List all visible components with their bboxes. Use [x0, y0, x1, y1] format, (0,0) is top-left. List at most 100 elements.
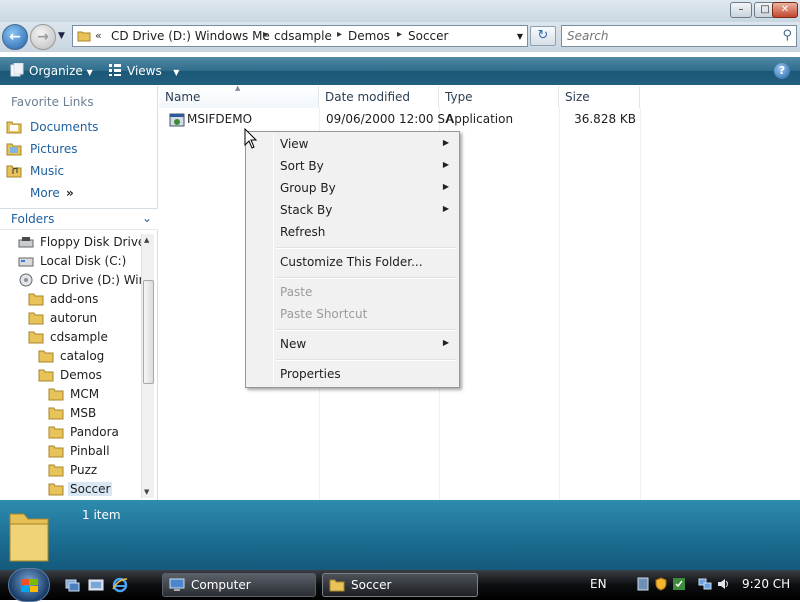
close-button[interactable]: ✕ — [772, 2, 798, 18]
favorite-pictures[interactable]: Pictures — [6, 140, 156, 160]
taskbar-button-soccer[interactable]: Soccer — [322, 573, 478, 597]
address-bar[interactable]: « CD Drive (D:) Windows Me ▸ cdsample ▸ … — [72, 25, 528, 47]
menu-item-label: Group By — [280, 181, 336, 195]
menu-item-label: Properties — [280, 367, 341, 381]
breadcrumb-cd-drive[interactable]: CD Drive (D:) Windows Me — [111, 29, 270, 43]
menu-item-label: Stack By — [280, 203, 333, 217]
minimize-button[interactable]: – — [730, 2, 752, 18]
menu-item-label: Paste Shortcut — [280, 307, 368, 321]
views-button[interactable]: Views ▼ — [108, 63, 179, 78]
breadcrumb-demos[interactable]: Demos — [348, 29, 390, 43]
search-input[interactable] — [562, 26, 762, 46]
menu-item-paste-shortcut[interactable]: Paste Shortcut — [248, 303, 457, 325]
sidebar-icon[interactable] — [636, 577, 650, 591]
file-date: 09/06/2000 12:00 SA — [326, 112, 454, 126]
search-icon[interactable]: ⚲ — [782, 28, 792, 43]
back-button[interactable]: ← — [2, 24, 28, 50]
network-icon[interactable] — [698, 577, 712, 591]
tree-label: CD Drive (D:) Winc — [40, 273, 153, 287]
recent-pages-dropdown-icon[interactable]: ▼ — [58, 31, 65, 41]
submenu-arrow-icon: ▶ — [442, 160, 449, 169]
views-icon — [109, 64, 121, 76]
tree-label: catalog — [60, 349, 105, 363]
menu-item-properties[interactable]: Properties — [248, 363, 457, 385]
column-label: Type — [445, 90, 473, 104]
scroll-down-icon[interactable]: ▼ — [144, 488, 149, 496]
column-header-type[interactable]: Type — [439, 86, 559, 108]
menu-item-label: New — [280, 337, 307, 351]
file-row[interactable]: MSIFDEMO 09/06/2000 12:00 SA Application… — [163, 110, 643, 130]
tree-scrollbar[interactable]: ▲ ▼ — [141, 234, 154, 498]
breadcrumb-arrow-icon[interactable]: ▸ — [397, 29, 402, 40]
menu-item-refresh[interactable]: Refresh — [248, 221, 457, 243]
menu-separator — [276, 277, 456, 279]
security-shield-icon[interactable] — [654, 577, 668, 591]
menu-separator — [276, 359, 456, 361]
pictures-icon — [6, 143, 22, 156]
menu-item-stack-by[interactable]: Stack By ▶ — [248, 199, 457, 221]
column-divider — [559, 108, 560, 500]
tree-label: Floppy Disk Drive ( — [40, 235, 154, 249]
computer-icon — [169, 578, 185, 591]
navigation-pane: Favorite Links Documents Pictures Music … — [0, 86, 158, 500]
breadcrumb-cdsample[interactable]: cdsample — [274, 29, 332, 43]
favorite-label: Pictures — [30, 142, 78, 156]
forward-button[interactable]: → — [30, 24, 56, 50]
scroll-up-icon[interactable]: ▲ — [144, 236, 149, 244]
breadcrumb-arrow-icon[interactable]: ▸ — [337, 29, 342, 40]
taskbar-button-computer[interactable]: Computer — [162, 573, 316, 597]
folders-header[interactable]: Folders ⌄ — [0, 208, 158, 230]
internet-explorer-icon[interactable] — [112, 577, 128, 593]
volume-icon[interactable] — [716, 577, 730, 591]
menu-item-label: Refresh — [280, 225, 326, 239]
menu-item-sort-by[interactable]: Sort By ▶ — [248, 155, 457, 177]
folder-icon — [9, 513, 49, 562]
menu-item-group-by[interactable]: Group By ▶ — [248, 177, 457, 199]
submenu-arrow-icon: ▶ — [442, 182, 449, 191]
breadcrumb-soccer[interactable]: Soccer — [408, 29, 448, 43]
show-desktop-icon[interactable] — [88, 577, 104, 593]
menu-item-customize-folder[interactable]: Customize This Folder... — [248, 251, 457, 273]
address-dropdown-icon[interactable]: ▼ — [517, 32, 523, 41]
favorite-documents[interactable]: Documents — [6, 118, 156, 138]
organize-button[interactable]: Organize ▼ — [10, 63, 93, 78]
context-menu: View ▶ Sort By ▶ Group By ▶ Stack By ▶ R… — [245, 131, 460, 388]
column-header-name[interactable]: ▲ Name — [159, 84, 319, 108]
column-header-size[interactable]: Size — [559, 86, 640, 108]
documents-icon — [6, 121, 22, 134]
windows-update-icon[interactable] — [672, 577, 686, 591]
search-box[interactable]: ⚲ — [561, 25, 797, 47]
refresh-button[interactable]: ↻ — [530, 26, 556, 46]
folder-icon — [48, 483, 64, 496]
menu-item-new[interactable]: New ▶ — [248, 333, 457, 355]
command-bar: Organize ▼ Views ▼ ? — [0, 57, 800, 85]
breadcrumb-arrow-icon[interactable]: ▸ — [263, 29, 268, 40]
folder-icon — [77, 31, 91, 42]
menu-item-paste[interactable]: Paste — [248, 281, 457, 303]
clock[interactable]: 9:20 CH — [742, 577, 790, 591]
menu-item-label: View — [280, 137, 309, 151]
help-icon[interactable]: ? — [774, 63, 790, 79]
menu-item-view[interactable]: View ▶ — [248, 133, 457, 155]
favorite-music[interactable]: Music — [6, 162, 156, 182]
column-label: Size — [565, 90, 590, 104]
switch-windows-icon[interactable] — [64, 577, 80, 593]
start-button[interactable] — [8, 568, 50, 602]
scrollbar-thumb[interactable] — [143, 280, 154, 384]
menu-separator — [276, 329, 456, 331]
submenu-arrow-icon: ▶ — [442, 338, 449, 347]
cd-drive-icon — [19, 273, 33, 287]
task-label: Soccer — [351, 578, 392, 592]
column-header-date[interactable]: Date modified — [319, 86, 439, 108]
language-indicator[interactable]: EN — [590, 577, 607, 591]
file-type: Application — [446, 112, 514, 126]
overflow-chevron-icon[interactable]: « — [95, 29, 102, 42]
tree-label: Demos — [60, 368, 102, 382]
double-chevron-icon: » — [66, 186, 74, 200]
folder-icon — [329, 579, 345, 592]
title-bar[interactable]: – □ ✕ — [0, 0, 800, 22]
address-row: ← → ▼ « CD Drive (D:) Windows Me ▸ cdsam… — [0, 22, 800, 52]
favorite-more[interactable]: More » — [6, 184, 156, 204]
folder-icon — [48, 388, 64, 401]
collapse-chevron-icon[interactable]: ⌄ — [142, 211, 152, 225]
